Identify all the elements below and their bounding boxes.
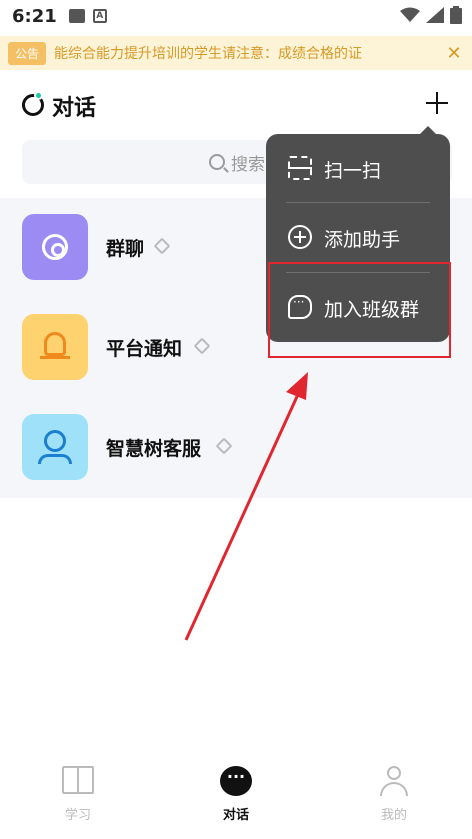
tab-label: 我的	[380, 808, 407, 823]
menu-item-add-assistant[interactable]: 添加助手	[266, 203, 450, 271]
conversation-name: 智慧树客服	[106, 438, 202, 460]
announcement-badge: 公告	[8, 41, 47, 65]
signal-icon	[426, 7, 444, 23]
pin-icon	[215, 437, 233, 455]
pin-icon	[153, 237, 171, 255]
search-icon	[209, 154, 225, 170]
plus-circle-icon	[288, 225, 312, 249]
list-item[interactable]: 智慧树客服	[0, 398, 472, 498]
close-icon[interactable]: ✕	[444, 43, 464, 64]
announcement-text: 能综合能力提升培训的学生请注意：成绩合格的证	[54, 46, 363, 62]
chat-icon: ···	[220, 766, 252, 796]
pin-icon	[193, 337, 211, 355]
add-button[interactable]	[424, 90, 450, 116]
page-title: 对话	[52, 96, 97, 121]
announcement-banner[interactable]: 公告 能综合能力提升培训的学生请注意：成绩合格的证 ✕	[0, 36, 472, 70]
tab-study[interactable]: 学习	[18, 750, 138, 839]
search-placeholder: 搜索	[231, 154, 265, 175]
user-icon	[380, 766, 408, 796]
bottom-tab-bar: 学习 ··· 对话 我的	[0, 750, 472, 839]
bell-icon	[22, 314, 88, 380]
wifi-icon	[400, 7, 420, 22]
scan-icon	[288, 156, 312, 180]
status-time: 6:21	[12, 5, 57, 27]
highlight-box	[268, 262, 451, 358]
status-system-icons	[400, 6, 462, 24]
tab-label: 对话	[222, 808, 249, 823]
online-dot	[34, 91, 43, 100]
conversation-name: 平台通知	[106, 338, 183, 360]
tab-label: 学习	[64, 808, 91, 823]
battery-icon	[450, 6, 462, 24]
image-notification-icon	[68, 9, 85, 23]
menu-item-label: 扫一扫	[324, 160, 382, 182]
book-icon	[62, 766, 94, 794]
status-bar: 6:21 A	[0, 0, 472, 32]
customer-service-icon	[22, 414, 88, 480]
tab-profile[interactable]: 我的	[334, 750, 454, 839]
group-chat-icon	[22, 214, 88, 280]
status-notification-icons: A	[68, 9, 107, 23]
menu-item-scan[interactable]: 扫一扫	[266, 134, 450, 202]
app-notification-icon: A	[92, 9, 107, 23]
tab-chat[interactable]: ··· 对话	[176, 750, 296, 839]
menu-item-label: 添加助手	[324, 229, 401, 251]
page-header: 对话	[0, 86, 472, 126]
conversation-name: 群聊	[106, 238, 145, 260]
